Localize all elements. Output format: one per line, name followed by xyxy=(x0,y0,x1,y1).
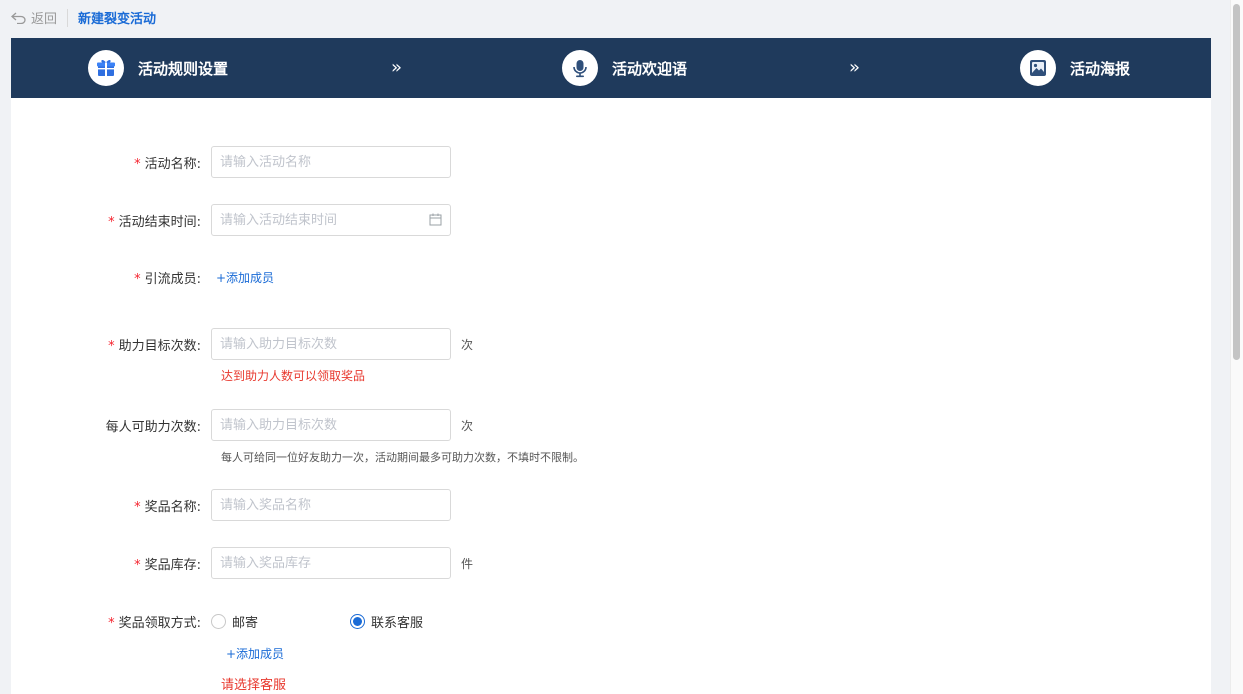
scrollbar-thumb[interactable] xyxy=(1233,4,1240,360)
required-mark: * xyxy=(108,338,115,354)
step-arrow: » xyxy=(391,57,403,78)
prize-stock-unit: 件 xyxy=(461,556,474,571)
target-count-unit: 次 xyxy=(461,337,474,352)
target-count-label: * 助力目标次数: xyxy=(108,338,201,354)
form-row-claim-method: * 奖品领取方式: 邮寄 联系客服 xyxy=(11,612,423,631)
per-person-unit: 次 xyxy=(461,418,474,433)
radio-label: 联系客服 xyxy=(371,616,424,631)
form-row-members: * 引流成员: +添加成员 xyxy=(11,268,274,287)
per-person-label: 每人可助力次数: xyxy=(105,419,201,435)
required-mark: * xyxy=(134,272,141,287)
add-member-link[interactable]: +添加成员 xyxy=(216,269,274,286)
required-mark: * xyxy=(108,214,115,230)
form-row-prize-stock: *奖品库存: 件 xyxy=(11,547,473,579)
target-count-input[interactable] xyxy=(211,328,451,360)
required-mark: * xyxy=(108,616,115,631)
per-person-hint: 每人可给同一位好友助力一次，活动期间最多可助力次数，不填时不限制。 xyxy=(221,451,584,464)
required-mark: * xyxy=(134,499,141,515)
step-arrow: » xyxy=(849,57,861,78)
gift-icon xyxy=(88,50,124,86)
prize-stock-input[interactable] xyxy=(211,547,451,579)
form-row-per-person: 每人可助力次数: 次 xyxy=(11,409,473,441)
image-icon xyxy=(1020,50,1056,86)
steps-bar: 活动规则设置 » 活动欢迎语 » 活动海报 xyxy=(11,38,1211,98)
page-title: 新建裂变活动 xyxy=(78,12,157,27)
calendar-icon[interactable] xyxy=(429,213,442,226)
required-mark: * xyxy=(134,557,141,573)
prize-name-input[interactable] xyxy=(211,489,451,521)
end-time-input[interactable] xyxy=(211,204,451,236)
scrollbar[interactable] xyxy=(1230,0,1243,694)
form-row-activity-name: * 活动名称: xyxy=(11,146,451,178)
step-welcome-message[interactable]: 活动欢迎语 xyxy=(562,50,687,86)
radio-checked-icon[interactable] xyxy=(350,614,366,629)
step-label: 活动欢迎语 xyxy=(612,59,688,78)
required-mark: * xyxy=(134,156,141,172)
form-row-claim-member: +添加成员 xyxy=(221,645,284,662)
activity-name-label: * 活动名称: xyxy=(134,156,201,172)
add-service-member-link[interactable]: +添加成员 xyxy=(226,645,284,662)
microphone-icon xyxy=(562,50,598,86)
form-row-prize-name: * 奖品名称: xyxy=(11,489,451,521)
step-label: 活动海报 xyxy=(1070,59,1131,78)
back-label: 返回 xyxy=(31,12,58,27)
step-label: 活动规则设置 xyxy=(138,59,229,78)
claim-option-mail[interactable]: 邮寄 xyxy=(211,612,258,631)
claim-option-contact-service[interactable]: 联系客服 xyxy=(350,612,423,631)
radio-label: 邮寄 xyxy=(232,616,259,631)
form-row-end-time: * 活动结束时间: xyxy=(11,204,451,236)
members-label: * 引流成员: xyxy=(134,272,201,287)
claim-method-label: * 奖品领取方式: xyxy=(108,616,201,631)
end-time-picker[interactable] xyxy=(211,204,451,236)
form-card: *活动名称: *活动结束时间: *引流成员: +添加成员 *助力目标次数: 次 … xyxy=(11,98,1211,694)
form-row-target-count: *助力目标次数: 次 xyxy=(11,328,473,360)
per-person-input[interactable] xyxy=(211,409,451,441)
end-time-label: * 活动结束时间: xyxy=(108,214,201,230)
target-count-error: 达到助力人数可以领取奖品 xyxy=(221,369,366,383)
activity-name-input[interactable] xyxy=(211,146,451,178)
back-button[interactable]: 返回 xyxy=(11,8,57,27)
top-bar: 返回 新建裂变活动 xyxy=(0,0,1230,35)
claim-service-error: 请选择客服 xyxy=(221,678,287,693)
return-arrow-icon xyxy=(11,12,26,24)
prize-stock-label: * 奖品库存: xyxy=(134,557,201,573)
prize-name-label: * 奖品名称: xyxy=(134,499,201,515)
step-rule-settings[interactable]: 活动规则设置 xyxy=(88,50,228,86)
radio-unchecked-icon[interactable] xyxy=(211,614,226,629)
header-divider xyxy=(67,8,69,27)
step-poster[interactable]: 活动海报 xyxy=(1020,50,1130,86)
